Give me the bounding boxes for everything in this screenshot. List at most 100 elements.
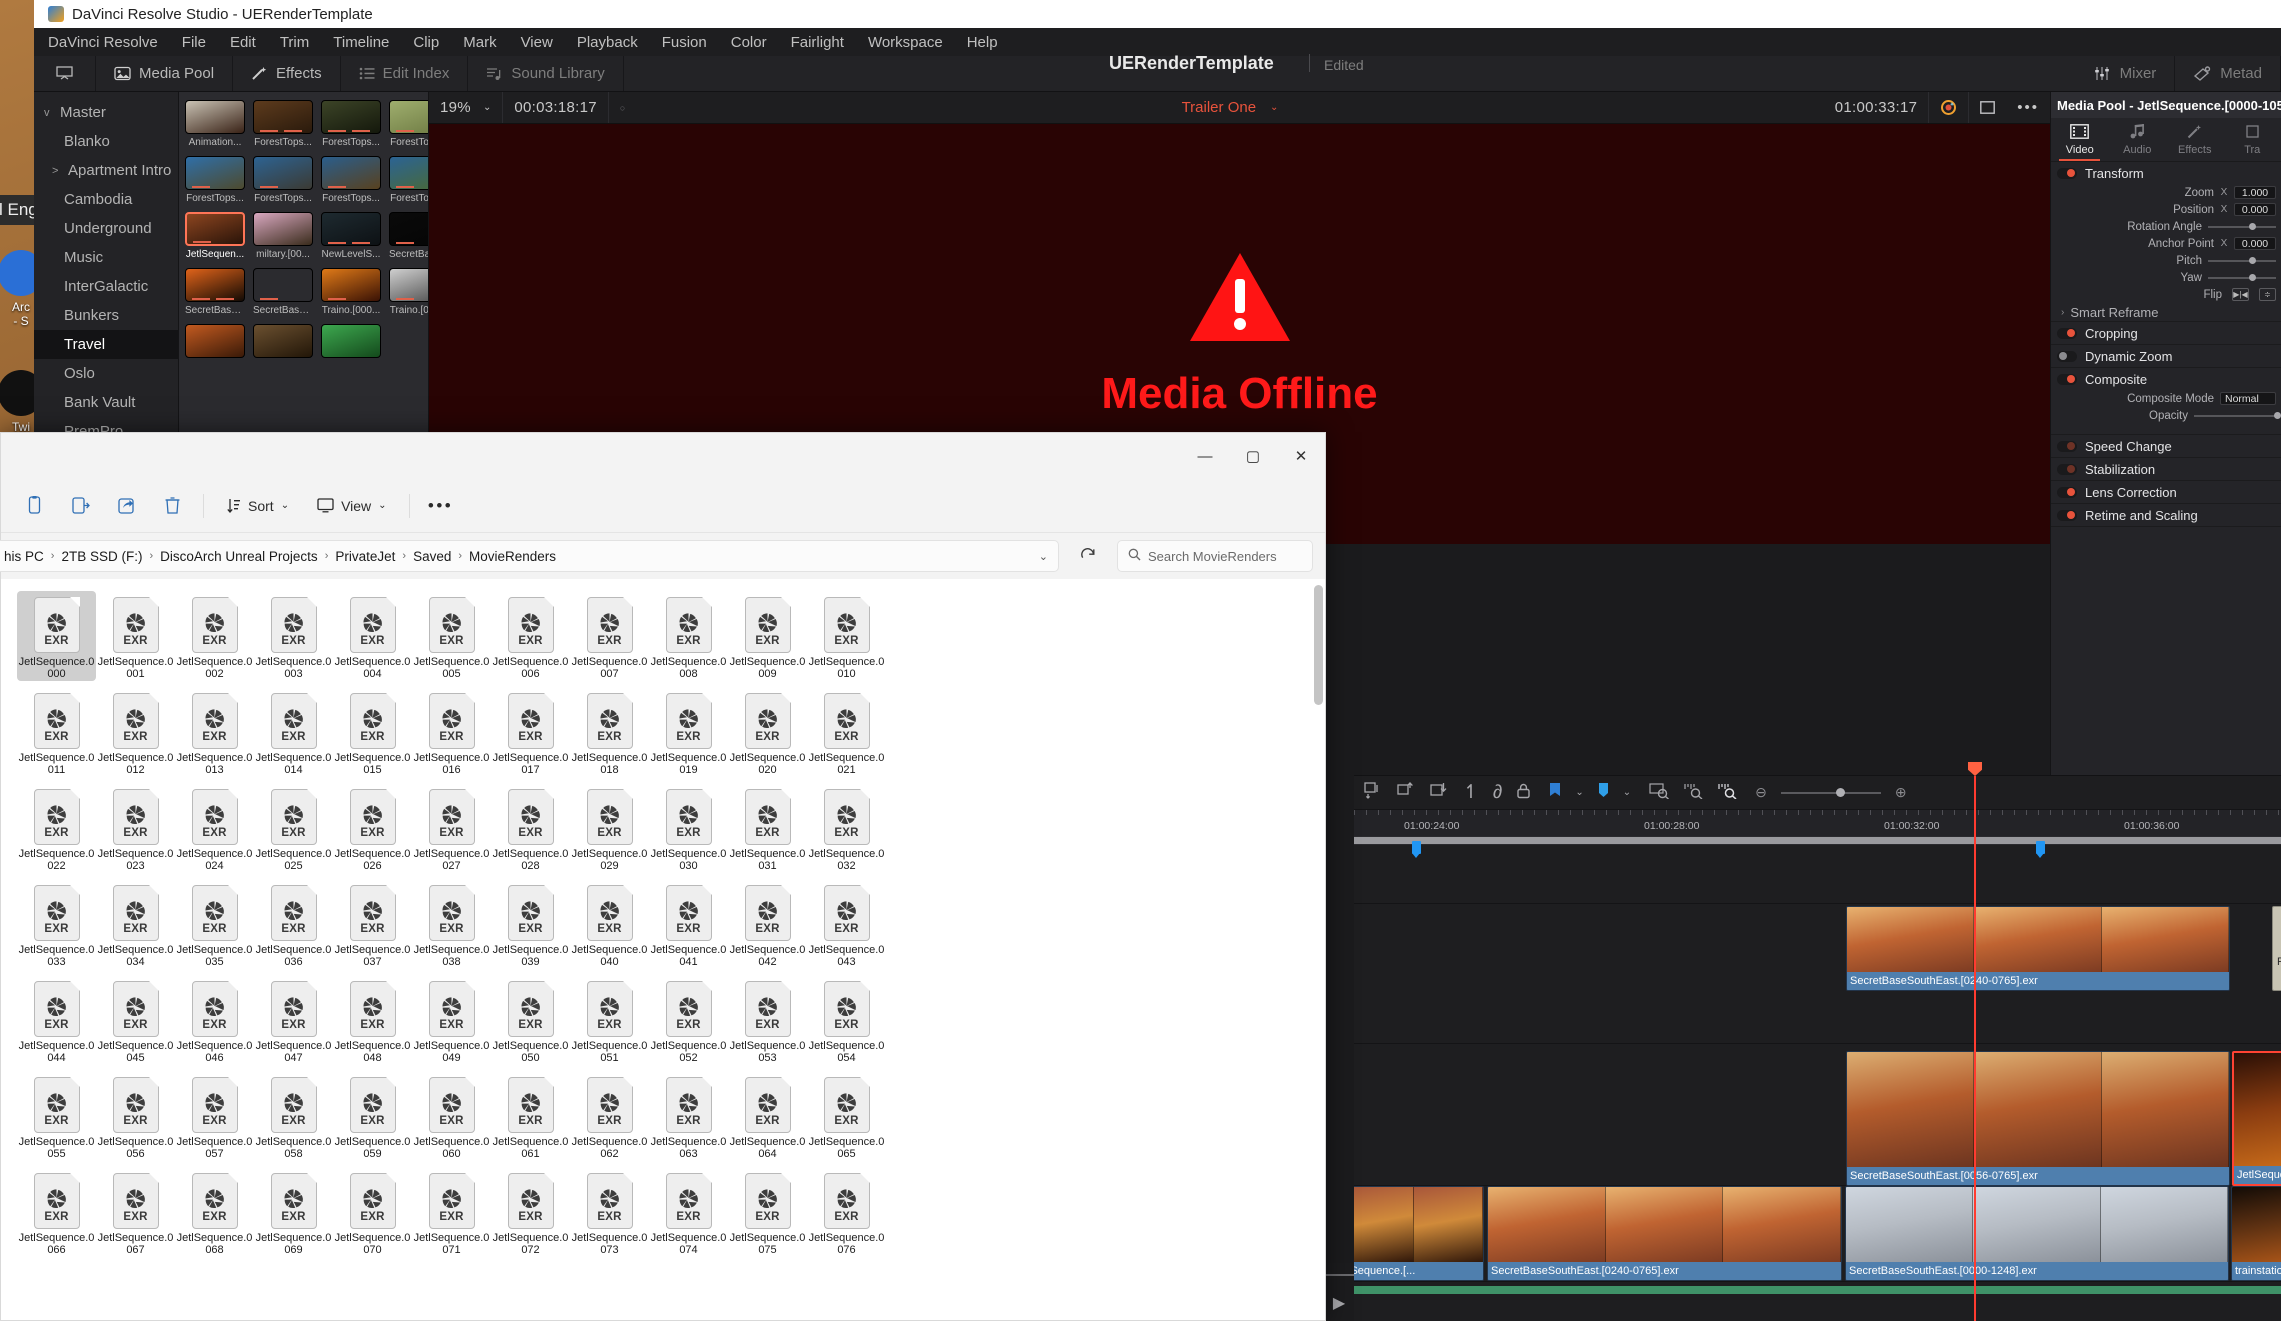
file-item[interactable]: EXR JetlSequence.0005 (412, 591, 491, 681)
file-item[interactable]: EXR JetlSequence.0051 (570, 975, 649, 1065)
media-pool-clip[interactable]: SecretBase... (389, 212, 428, 260)
toolbar-sound-library[interactable]: Sound Library (468, 56, 624, 91)
timeline-markers[interactable] (1354, 841, 2281, 858)
file-item[interactable]: EXR JetlSequence.0030 (649, 783, 728, 873)
bin-item-master[interactable]: v Master (34, 98, 178, 127)
transform-header[interactable]: Transform (2051, 162, 2281, 184)
explorer-toolbar[interactable]: Sort ⌄ View ⌄ ••• (1, 479, 1325, 533)
timeline-clip[interactable]: JetlSequence.[0000-1053].exr (2232, 1051, 2281, 1186)
transform-row-yaw[interactable]: Yaw (2051, 269, 2281, 286)
zoom-fit-icon[interactable] (1649, 782, 1670, 803)
copy-icon[interactable] (13, 488, 55, 524)
file-item[interactable]: EXR JetlSequence.0036 (254, 879, 333, 969)
cropping-toggle[interactable] (2057, 327, 2077, 339)
audio-track-clip[interactable] (1354, 1286, 2281, 1294)
tab-audio[interactable]: Audio (2109, 118, 2167, 161)
crumb-privatejet[interactable]: PrivateJet (335, 549, 395, 564)
file-item[interactable]: EXR JetlSequence.0039 (491, 879, 570, 969)
chevron-down-icon[interactable]: ⌄ (1623, 787, 1631, 798)
clip-thumbnail[interactable] (321, 156, 381, 190)
viewer-fullscreen-icon[interactable] (1968, 92, 2006, 123)
file-item[interactable]: EXR JetlSequence.0061 (491, 1071, 570, 1161)
file-item[interactable]: EXR JetlSequence.0070 (333, 1167, 412, 1257)
yaw-slider[interactable] (2208, 274, 2276, 281)
file-item[interactable]: EXR JetlSequence.0045 (96, 975, 175, 1065)
speed-change-header[interactable]: Speed Change (2051, 435, 2281, 457)
media-pool-clip[interactable]: ForestTops... (253, 100, 313, 148)
file-item[interactable]: EXR JetlSequence.0073 (570, 1167, 649, 1257)
file-item[interactable]: EXR JetlSequence.0054 (807, 975, 886, 1065)
file-item[interactable]: EXR JetlSequence.0026 (333, 783, 412, 873)
tab-transform[interactable]: Tra (2224, 118, 2281, 161)
file-item[interactable]: EXR JetlSequence.0067 (96, 1167, 175, 1257)
clip-thumbnail[interactable] (185, 100, 245, 134)
chevron-down-icon[interactable]: ⌄ (1575, 787, 1583, 798)
bin-item-underground[interactable]: Underground (34, 214, 178, 243)
file-item[interactable]: EXR JetlSequence.0057 (175, 1071, 254, 1161)
bin-item-music[interactable]: Music (34, 243, 178, 272)
file-item[interactable]: EXR JetlSequence.0055 (17, 1071, 96, 1161)
bin-item-blanko[interactable]: Blanko (34, 127, 178, 156)
media-pool-clip[interactable]: ForestTops... (389, 100, 428, 148)
menu-playback[interactable]: Playback (577, 34, 638, 51)
viewer-enhance-icon[interactable] (1928, 92, 1968, 123)
chevron-down-icon[interactable]: ⌄ (281, 500, 289, 511)
file-item[interactable]: EXR JetlSequence.0000 (17, 591, 96, 681)
bin-item-oslo[interactable]: Oslo (34, 359, 178, 388)
file-item[interactable]: EXR JetlSequence.0028 (491, 783, 570, 873)
file-item[interactable]: EXR JetlSequence.0024 (175, 783, 254, 873)
sort-button[interactable]: Sort ⌄ (214, 488, 301, 524)
marker-in[interactable] (1412, 841, 1421, 858)
toolbar-metadata[interactable]: Metad (2175, 56, 2281, 91)
transform-row-flip[interactable]: Flip ▶|◀ ≑ (2051, 286, 2281, 303)
media-pool-clip[interactable]: ForestTops... (185, 156, 245, 204)
refresh-icon[interactable] (1067, 538, 1109, 574)
transform-row-zoom[interactable]: Zoom X 1.000 (2051, 184, 2281, 201)
menu-fairlight[interactable]: Fairlight (791, 34, 844, 51)
file-item[interactable]: EXR JetlSequence.0075 (728, 1167, 807, 1257)
menu-timeline[interactable]: Timeline (333, 34, 389, 51)
file-item[interactable]: EXR JetlSequence.0012 (96, 687, 175, 777)
file-item[interactable]: EXR JetlSequence.0034 (96, 879, 175, 969)
timeline-ruler[interactable]: 01:00:24:00 01:00:28:00 01:00:32:00 01:00:3… (1354, 810, 2281, 836)
file-item[interactable]: EXR JetlSequence.0049 (412, 975, 491, 1065)
append-icon[interactable] (1397, 782, 1416, 803)
file-item[interactable]: EXR JetlSequence.0019 (649, 687, 728, 777)
ripple-overwrite-icon[interactable] (1430, 782, 1449, 803)
file-item[interactable]: EXR JetlSequence.0033 (17, 879, 96, 969)
flip-horizontal-button[interactable]: ▶|◀ (2232, 288, 2249, 301)
media-pool-clip[interactable]: miltary.[00... (253, 212, 313, 260)
file-item[interactable]: EXR JetlSequence.0060 (412, 1071, 491, 1161)
rotation-slider[interactable] (2208, 223, 2276, 230)
delete-icon[interactable] (151, 488, 193, 524)
file-item[interactable]: EXR JetlSequence.0047 (254, 975, 333, 1065)
timeline-clip[interactable]: SecretBaseSouthEast.[0056-0765].exr (1846, 1051, 2230, 1186)
twisty-icon[interactable]: › (2061, 307, 2064, 318)
clip-thumbnail[interactable] (389, 156, 428, 190)
file-item[interactable]: EXR JetlSequence.0072 (491, 1167, 570, 1257)
file-item[interactable]: EXR JetlSequence.0011 (17, 687, 96, 777)
file-item[interactable]: EXR JetlSequence.0052 (649, 975, 728, 1065)
position-x-field[interactable]: 0.000 (2234, 203, 2276, 216)
chevron-down-icon[interactable]: ⌄ (1039, 550, 1048, 563)
clip-thumbnail[interactable] (253, 268, 313, 302)
transform-row-rotation[interactable]: Rotation Angle (2051, 218, 2281, 235)
file-item[interactable]: EXR JetlSequence.0010 (807, 591, 886, 681)
bin-item-cambodia[interactable]: Cambodia (34, 185, 178, 214)
menu-bar[interactable]: DaVinci Resolve File Edit Trim Timeline … (34, 28, 2281, 56)
file-item[interactable]: EXR JetlSequence.0029 (570, 783, 649, 873)
clip-thumbnail[interactable] (389, 268, 428, 302)
marker-out[interactable] (2036, 841, 2045, 858)
clip-thumbnail[interactable] (389, 100, 428, 134)
file-item[interactable]: EXR JetlSequence.0007 (570, 591, 649, 681)
dynamic-trim-icon[interactable]: ∂ (1493, 782, 1502, 804)
chevron-down-icon[interactable]: ⌄ (472, 92, 502, 123)
menu-help[interactable]: Help (967, 34, 998, 51)
flag-icon[interactable] (1549, 783, 1561, 802)
flip-vertical-button[interactable]: ≑ (2259, 288, 2276, 301)
file-item[interactable]: EXR JetlSequence.0002 (175, 591, 254, 681)
lock-icon[interactable] (1516, 783, 1531, 803)
file-item[interactable]: EXR JetlSequence.0022 (17, 783, 96, 873)
file-item[interactable]: EXR JetlSequence.0023 (96, 783, 175, 873)
file-item[interactable]: EXR JetlSequence.0035 (175, 879, 254, 969)
